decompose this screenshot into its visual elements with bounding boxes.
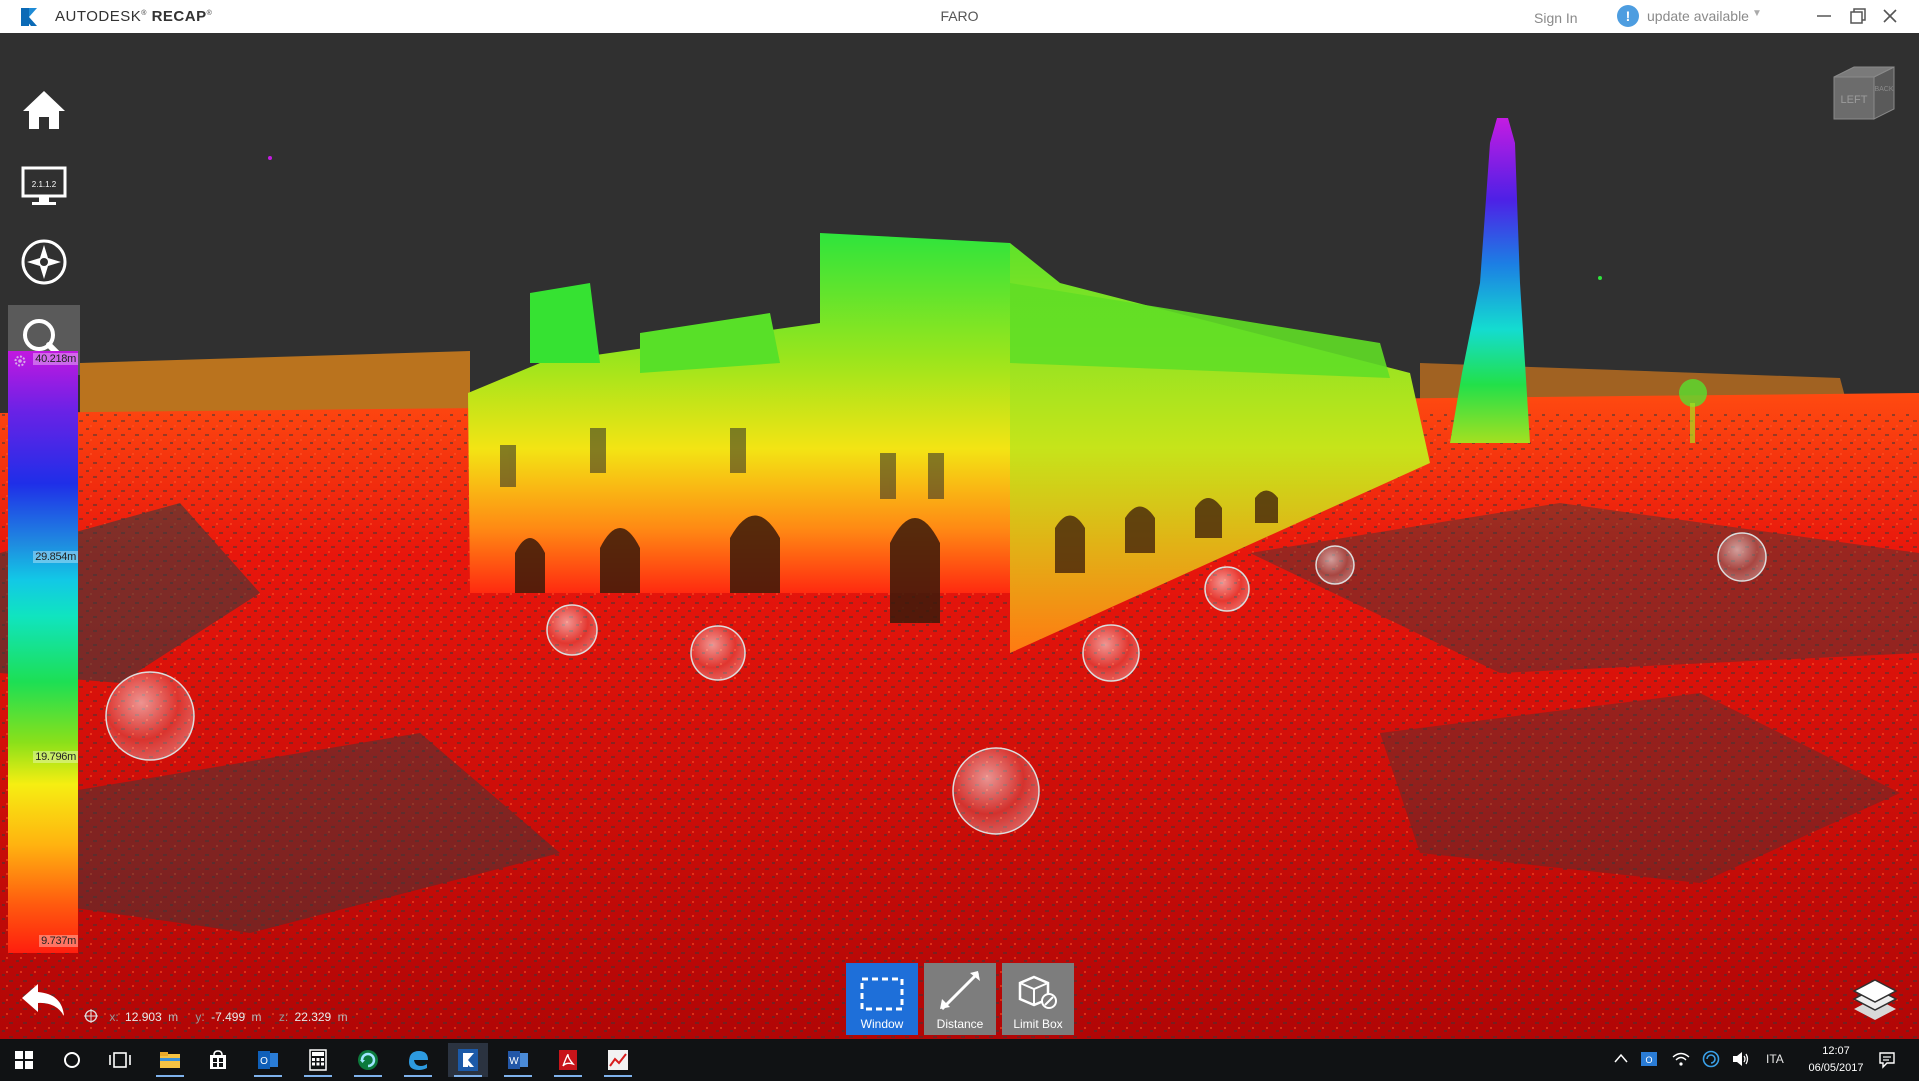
y-unit: m	[251, 1010, 262, 1024]
photo-app-button[interactable]	[598, 1043, 638, 1077]
gear-icon[interactable]	[13, 354, 27, 368]
update-info-icon[interactable]: !	[1617, 5, 1639, 27]
recap-taskbar-button[interactable]	[448, 1043, 488, 1077]
search-circle-button[interactable]	[52, 1043, 92, 1077]
minimize-icon[interactable]	[1812, 4, 1836, 28]
brand-prefix: AUTODESK	[55, 8, 142, 25]
distance-label: Distance	[936, 1017, 984, 1031]
display-settings-button[interactable]: 2.1.1.2	[8, 151, 80, 221]
point-cloud-scene[interactable]	[0, 33, 1919, 1039]
compass-icon	[21, 239, 67, 285]
acrobat-button[interactable]	[548, 1043, 588, 1077]
coordinate-readout: x: 12.903 m y: -7.499 m z: 22.329 m	[84, 1009, 362, 1024]
monitor-icon: 2.1.1.2	[21, 166, 67, 205]
x-label: x:	[109, 1010, 119, 1024]
word-icon: W	[508, 1051, 528, 1069]
distance-button[interactable]: Distance	[924, 963, 996, 1035]
store-button[interactable]	[198, 1043, 238, 1077]
navigation-button[interactable]	[8, 227, 80, 297]
y-label: y:	[195, 1010, 205, 1024]
home-button[interactable]	[8, 75, 80, 145]
sign-in-link[interactable]: Sign In	[1534, 10, 1578, 26]
outlook-icon: O	[258, 1051, 278, 1069]
outlook-tray-icon[interactable]: O	[1640, 1050, 1658, 1068]
limit-box-icon	[1018, 975, 1057, 1009]
crosshair-icon	[84, 1009, 98, 1023]
task-view-button[interactable]	[100, 1043, 140, 1077]
monitor-badge: 2.1.1.2	[32, 180, 57, 189]
x-value: 12.903	[125, 1010, 162, 1024]
scale-label-upper: 29.854m	[33, 551, 78, 563]
viewcube-face-back[interactable]: BACK	[1874, 86, 1893, 93]
chevron-down-icon[interactable]: ▼	[1752, 8, 1762, 19]
browser-refresh-button[interactable]	[348, 1043, 388, 1077]
restore-icon[interactable]	[1846, 4, 1870, 28]
input-language[interactable]: ITA	[1766, 1052, 1784, 1066]
point-cloud-viewport[interactable]: 2.1.1.2 40.218m 29.854m 19.796m 9.737m x…	[0, 33, 1919, 1039]
window-select-label: Window	[860, 1017, 904, 1031]
photo-app-icon	[608, 1050, 628, 1070]
x-unit: m	[168, 1010, 179, 1024]
edge-button[interactable]	[398, 1043, 438, 1077]
y-value: -7.499	[211, 1010, 246, 1024]
chevron-up-icon[interactable]	[1614, 1053, 1628, 1063]
scale-label-min: 9.737m	[39, 935, 78, 947]
viewcube-widget[interactable]: LEFT BACK	[1830, 63, 1898, 125]
svg-text:O: O	[260, 1056, 268, 1067]
file-explorer-icon	[160, 1052, 180, 1068]
recap-logo-icon	[21, 8, 37, 26]
scale-label-max: 40.218m	[33, 353, 78, 365]
z-unit: m	[337, 1010, 348, 1024]
clock-time: 12:07	[1822, 1045, 1850, 1057]
scale-label-lower: 19.796m	[33, 751, 78, 763]
clock-date: 06/05/2017	[1808, 1062, 1864, 1074]
acrobat-icon	[559, 1050, 577, 1070]
start-icon	[15, 1051, 33, 1069]
store-icon	[210, 1050, 226, 1069]
browser-refresh-icon	[358, 1050, 378, 1070]
edge-icon	[409, 1051, 428, 1070]
windows-taskbar: O W O ITA 12:07 06/05/2017	[0, 1039, 1919, 1081]
update-available-link[interactable]: update available	[1647, 8, 1749, 24]
start-button[interactable]	[4, 1043, 44, 1077]
calculator-icon	[309, 1049, 327, 1071]
notifications-icon[interactable]	[1878, 1051, 1896, 1069]
svg-text:O: O	[1645, 1055, 1652, 1065]
layers-icon[interactable]	[1850, 978, 1900, 1024]
z-value: 22.329	[294, 1010, 332, 1024]
window-select-button[interactable]: Window	[846, 963, 918, 1035]
calculator-button[interactable]	[298, 1043, 338, 1077]
task-view-icon	[109, 1052, 131, 1068]
back-arrow-icon[interactable]	[18, 978, 70, 1022]
outlook-button[interactable]: O	[248, 1043, 288, 1077]
elevation-color-scale[interactable]: 40.218m 29.854m 19.796m 9.737m	[8, 351, 78, 953]
color-scale-bar	[8, 351, 78, 953]
word-button[interactable]: W	[498, 1043, 538, 1077]
recap-icon	[458, 1049, 478, 1071]
search-circle-icon	[64, 1052, 80, 1068]
app-brand: AUTODESK® RECAP®	[55, 8, 213, 25]
distance-icon	[940, 971, 980, 1011]
home-icon	[23, 91, 65, 129]
brand-product: RECAP	[151, 8, 207, 25]
window-select-icon	[860, 977, 904, 1011]
title-bar: AUTODESK® RECAP® FARO Sign In ! update a…	[0, 0, 1919, 34]
system-clock[interactable]: 12:07 06/05/2017	[1800, 1043, 1872, 1077]
volume-icon[interactable]	[1732, 1051, 1750, 1067]
wifi-icon[interactable]	[1672, 1051, 1690, 1067]
close-icon[interactable]	[1878, 4, 1902, 28]
viewcube-face-left[interactable]: LEFT	[1841, 94, 1868, 106]
svg-text:W: W	[509, 1056, 519, 1067]
sync-icon[interactable]	[1702, 1050, 1720, 1068]
limit-box-button[interactable]: Limit Box	[1002, 963, 1074, 1035]
z-label: z:	[278, 1010, 289, 1024]
file-explorer-button[interactable]	[150, 1043, 190, 1077]
limit-box-label: Limit Box	[1013, 1017, 1063, 1031]
